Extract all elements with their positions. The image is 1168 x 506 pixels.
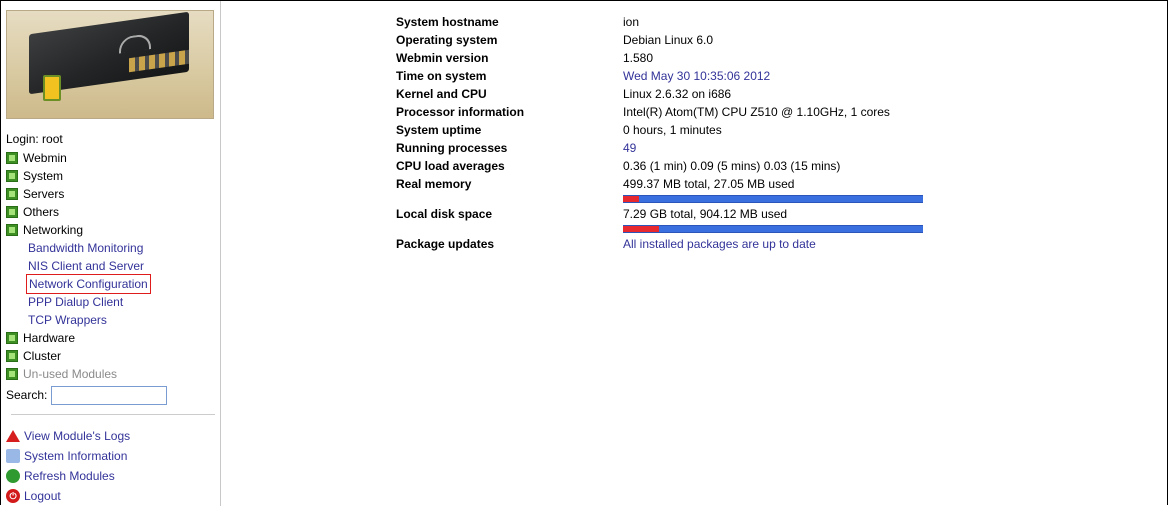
login-text: Login: root: [6, 132, 63, 146]
info-value: Debian Linux 6.0: [623, 33, 714, 47]
category-others[interactable]: Others: [6, 203, 167, 221]
module-link-nis-client-and-server[interactable]: NIS Client and Server: [6, 257, 167, 275]
module-link-bandwidth-monitoring[interactable]: Bandwidth Monitoring: [6, 239, 167, 257]
info-value: 499.37 MB total, 27.05 MB used: [623, 177, 795, 191]
running-processes-link[interactable]: 49: [623, 139, 636, 157]
category-hardware[interactable]: Hardware: [6, 329, 167, 347]
expand-icon: [6, 188, 18, 200]
module-link-network-configuration[interactable]: Network Configuration: [6, 274, 167, 294]
info-row-os: Operating system Debian Linux 6.0: [396, 31, 1096, 49]
info-row-disk: Local disk space 7.29 GB total, 904.12 M…: [396, 205, 1096, 235]
expand-icon: [6, 332, 18, 344]
info-label: Package updates: [396, 237, 495, 251]
category-unused-modules[interactable]: Un-used Modules: [6, 365, 167, 383]
disk-used-fill: [623, 226, 660, 232]
search-row: Search:: [6, 384, 168, 406]
info-label: Local disk space: [396, 207, 493, 221]
category-networking[interactable]: Networking: [6, 221, 167, 239]
info-label: System uptime: [396, 123, 482, 137]
refresh-icon: [6, 469, 20, 483]
time-link[interactable]: Wed May 30 10:35:06 2012: [623, 67, 770, 85]
info-label: Kernel and CPU: [396, 87, 487, 101]
info-row-processes: Running processes 49: [396, 139, 1096, 157]
info-label: Operating system: [396, 33, 498, 47]
search-label: Search:: [6, 388, 48, 402]
expand-icon: [6, 350, 18, 362]
logout-link[interactable]: ⏻ Logout: [6, 486, 130, 506]
search-input[interactable]: [51, 385, 168, 405]
info-label: System hostname: [396, 15, 499, 29]
category-servers[interactable]: Servers: [6, 185, 167, 203]
info-label: Time on system: [396, 69, 487, 83]
info-value: 7.29 GB total, 904.12 MB used: [623, 207, 788, 221]
info-row-time: Time on system Wed May 30 10:35:06 2012: [396, 67, 1096, 85]
expand-icon: [6, 170, 18, 182]
device-image: [6, 10, 214, 119]
info-row-cpu-load: CPU load averages 0.36 (1 min) 0.09 (5 m…: [396, 157, 1096, 175]
category-system[interactable]: System: [6, 167, 167, 185]
view-module-logs-link[interactable]: View Module's Logs: [6, 426, 130, 446]
separator: [11, 414, 215, 415]
info-label: Webmin version: [396, 51, 489, 65]
info-row-hostname: System hostname ion: [396, 13, 1096, 31]
info-label: Running processes: [396, 141, 508, 155]
info-row-package-updates: Package updates All installed packages a…: [396, 235, 1096, 253]
info-value: 1.580: [623, 51, 654, 65]
warning-icon: [6, 430, 20, 442]
info-row-memory: Real memory 499.37 MB total, 27.05 MB us…: [396, 175, 1096, 205]
info-value: 0 hours, 1 minutes: [623, 123, 722, 137]
refresh-modules-link[interactable]: Refresh Modules: [6, 466, 130, 486]
system-info-table: System hostname ion Operating system Deb…: [396, 13, 1096, 253]
info-label: Real memory: [396, 177, 472, 191]
info-label: Processor information: [396, 105, 525, 119]
disk-usage-bar: [623, 225, 923, 233]
module-link-ppp-dialup-client[interactable]: PPP Dialup Client: [6, 293, 167, 311]
info-label: CPU load averages: [396, 159, 505, 173]
memory-usage-bar: [623, 195, 923, 203]
home-icon: [6, 449, 20, 463]
info-value: Linux 2.6.32 on i686: [623, 87, 732, 101]
sidebar-actions: View Module's Logs System Information Re…: [6, 426, 130, 506]
info-value: Intel(R) Atom(TM) CPU Z510 @ 1.10GHz, 1 …: [623, 105, 890, 119]
info-value: 0.36 (1 min) 0.09 (5 mins) 0.03 (15 mins…: [623, 159, 841, 173]
info-row-kernel: Kernel and CPU Linux 2.6.32 on i686: [396, 85, 1096, 103]
category-webmin[interactable]: Webmin: [6, 149, 167, 167]
expand-icon: [6, 206, 18, 218]
info-value: ion: [623, 15, 640, 29]
expand-icon: [6, 368, 18, 380]
system-information-link[interactable]: System Information: [6, 446, 130, 466]
category-cluster[interactable]: Cluster: [6, 347, 167, 365]
info-row-webmin-version: Webmin version 1.580: [396, 49, 1096, 67]
sidebar: Login: root Webmin System Servers Others…: [1, 1, 221, 506]
module-menu: Webmin System Servers Others Networking …: [6, 149, 168, 406]
info-row-processor: Processor information Intel(R) Atom(TM) …: [396, 103, 1096, 121]
expand-icon: [6, 152, 18, 164]
module-link-tcp-wrappers[interactable]: TCP Wrappers: [6, 311, 167, 329]
memory-used-fill: [623, 196, 640, 202]
package-updates-link[interactable]: All installed packages are up to date: [623, 235, 816, 253]
logout-icon: ⏻: [6, 489, 20, 503]
collapse-icon: [6, 224, 18, 236]
info-row-uptime: System uptime 0 hours, 1 minutes: [396, 121, 1096, 139]
